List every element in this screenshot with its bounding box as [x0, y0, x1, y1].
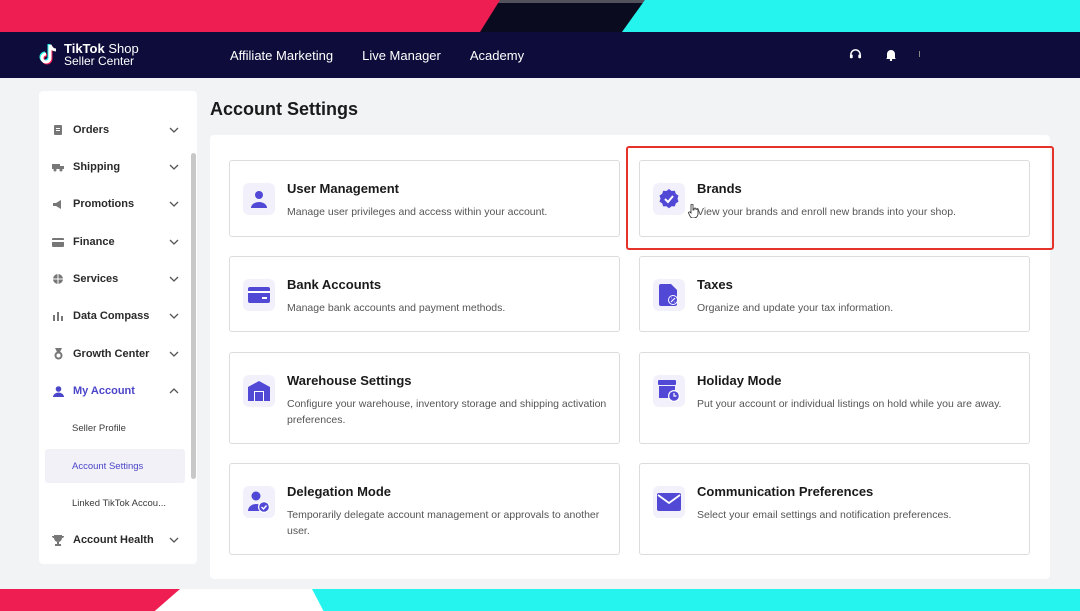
mail-icon [653, 486, 685, 518]
card-communication-preferences[interactable]: Communication Preferences Select your em… [639, 463, 1030, 555]
card-user-management[interactable]: User Management Manage user privileges a… [229, 160, 620, 237]
card-delegation-mode[interactable]: Delegation Mode Temporarily delegate acc… [229, 463, 620, 555]
sidebar-item-promotions[interactable]: Promotions [39, 189, 189, 219]
nav-academy[interactable]: Academy [470, 48, 524, 63]
user-icon [52, 385, 64, 397]
sidebar-item-label: Promotions [73, 198, 135, 210]
trophy-icon [52, 534, 64, 546]
megaphone-icon [52, 198, 64, 210]
card-description: Select your email settings and notificat… [697, 509, 952, 521]
sidebar-item-label: My Account [73, 385, 135, 397]
card-description: Temporarily delegate account management … [287, 509, 600, 537]
sidebar-item-label: Growth Center [73, 348, 150, 360]
card-title: Communication Preferences [697, 484, 874, 499]
tiktok-logo-icon [38, 43, 60, 67]
nav-affiliate-marketing[interactable]: Affiliate Marketing [230, 48, 333, 63]
card-description: Put your account or individual listings … [697, 398, 1002, 410]
bottom-brand-stripe [0, 589, 1080, 611]
chevron-down-icon [169, 535, 179, 545]
chevron-down-icon [169, 199, 179, 209]
sidebar-subitem-account-settings[interactable]: Account Settings [45, 449, 185, 483]
main-nav: Affiliate Marketing Live Manager Academy [230, 48, 553, 63]
sidebar-item-label: Shipping [73, 161, 121, 173]
sidebar-scrollbar[interactable] [191, 153, 196, 479]
sidebar-subitem-seller-profile[interactable]: Seller Profile [45, 411, 185, 445]
hand-cursor-icon [688, 203, 700, 223]
headset-icon[interactable] [847, 46, 863, 62]
card-warehouse-settings[interactable]: Warehouse Settings Configure your wareho… [229, 352, 620, 444]
tiktok-shop-logo[interactable]: TikTok Shop Seller Center [38, 42, 198, 68]
chevron-up-icon [169, 386, 179, 396]
sidebar-item-label: Account Health [73, 534, 154, 546]
sidebar-item-label: Finance [73, 236, 115, 248]
sidebar-item-growth-center[interactable]: Growth Center [39, 339, 189, 369]
sidebar-item-orders[interactable]: Orders [39, 115, 189, 145]
sidebar-item-label: Orders [73, 124, 110, 136]
orders-icon [52, 124, 64, 136]
bell-icon[interactable] [883, 46, 899, 62]
globe-icon [52, 273, 64, 285]
brands-highlight-box [626, 146, 1054, 250]
user-check-icon [243, 486, 275, 518]
sidebar: Orders Shipping Promotions Finance Servi… [39, 91, 197, 564]
card-description: Manage user privileges and access within… [287, 206, 548, 218]
sidebar-item-data-compass[interactable]: Data Compass [39, 301, 189, 331]
card-title: Holiday Mode [697, 373, 782, 388]
sidebar-item-services[interactable]: Services [39, 264, 189, 294]
truck-icon [52, 161, 64, 173]
card-description: Configure your warehouse, inventory stor… [287, 398, 607, 426]
card-icon [52, 236, 64, 248]
card-title: User Management [287, 181, 399, 196]
top-navigation-bar: TikTok Shop Seller Center Affiliate Mark… [0, 32, 1080, 78]
brand-subtitle: Seller Center [64, 54, 135, 68]
sidebar-subitem-linked-tiktok-account[interactable]: Linked TikTok Accou... [45, 486, 185, 520]
page-title: Account Settings [210, 99, 359, 119]
chevron-down-icon [169, 125, 179, 135]
top-brand-stripe [0, 0, 1080, 32]
tax-document-icon [653, 279, 685, 311]
store-clock-icon [653, 375, 685, 407]
card-title: Taxes [697, 277, 733, 292]
header-divider [919, 51, 920, 57]
credit-card-icon [243, 279, 275, 311]
card-bank-accounts[interactable]: Bank Accounts Manage bank accounts and p… [229, 256, 620, 332]
chevron-down-icon [169, 311, 179, 321]
sidebar-item-account-health[interactable]: Account Health [39, 525, 189, 555]
card-holiday-mode[interactable]: Holiday Mode Put your account or individ… [639, 352, 1030, 444]
card-description: Manage bank accounts and payment methods… [287, 302, 506, 314]
sidebar-item-finance[interactable]: Finance [39, 227, 189, 257]
bar-chart-icon [52, 310, 64, 322]
medal-icon [52, 348, 64, 360]
nav-live-manager[interactable]: Live Manager [362, 48, 441, 63]
header-actions [827, 46, 920, 62]
card-taxes[interactable]: Taxes Organize and update your tax infor… [639, 256, 1030, 332]
chevron-down-icon [169, 349, 179, 359]
user-icon [243, 183, 275, 215]
sidebar-item-shipping[interactable]: Shipping [39, 152, 189, 182]
chevron-down-icon [169, 237, 179, 247]
sidebar-item-label: Data Compass [73, 310, 150, 322]
chevron-down-icon [169, 274, 179, 284]
sidebar-item-my-account[interactable]: My Account [39, 376, 189, 406]
card-title: Bank Accounts [287, 277, 382, 292]
warehouse-icon [243, 375, 275, 407]
card-title: Delegation Mode [287, 484, 392, 499]
card-title: Warehouse Settings [287, 373, 412, 388]
sidebar-item-label: Services [73, 273, 119, 285]
card-description: Organize and update your tax information… [697, 302, 894, 314]
chevron-down-icon [169, 162, 179, 172]
